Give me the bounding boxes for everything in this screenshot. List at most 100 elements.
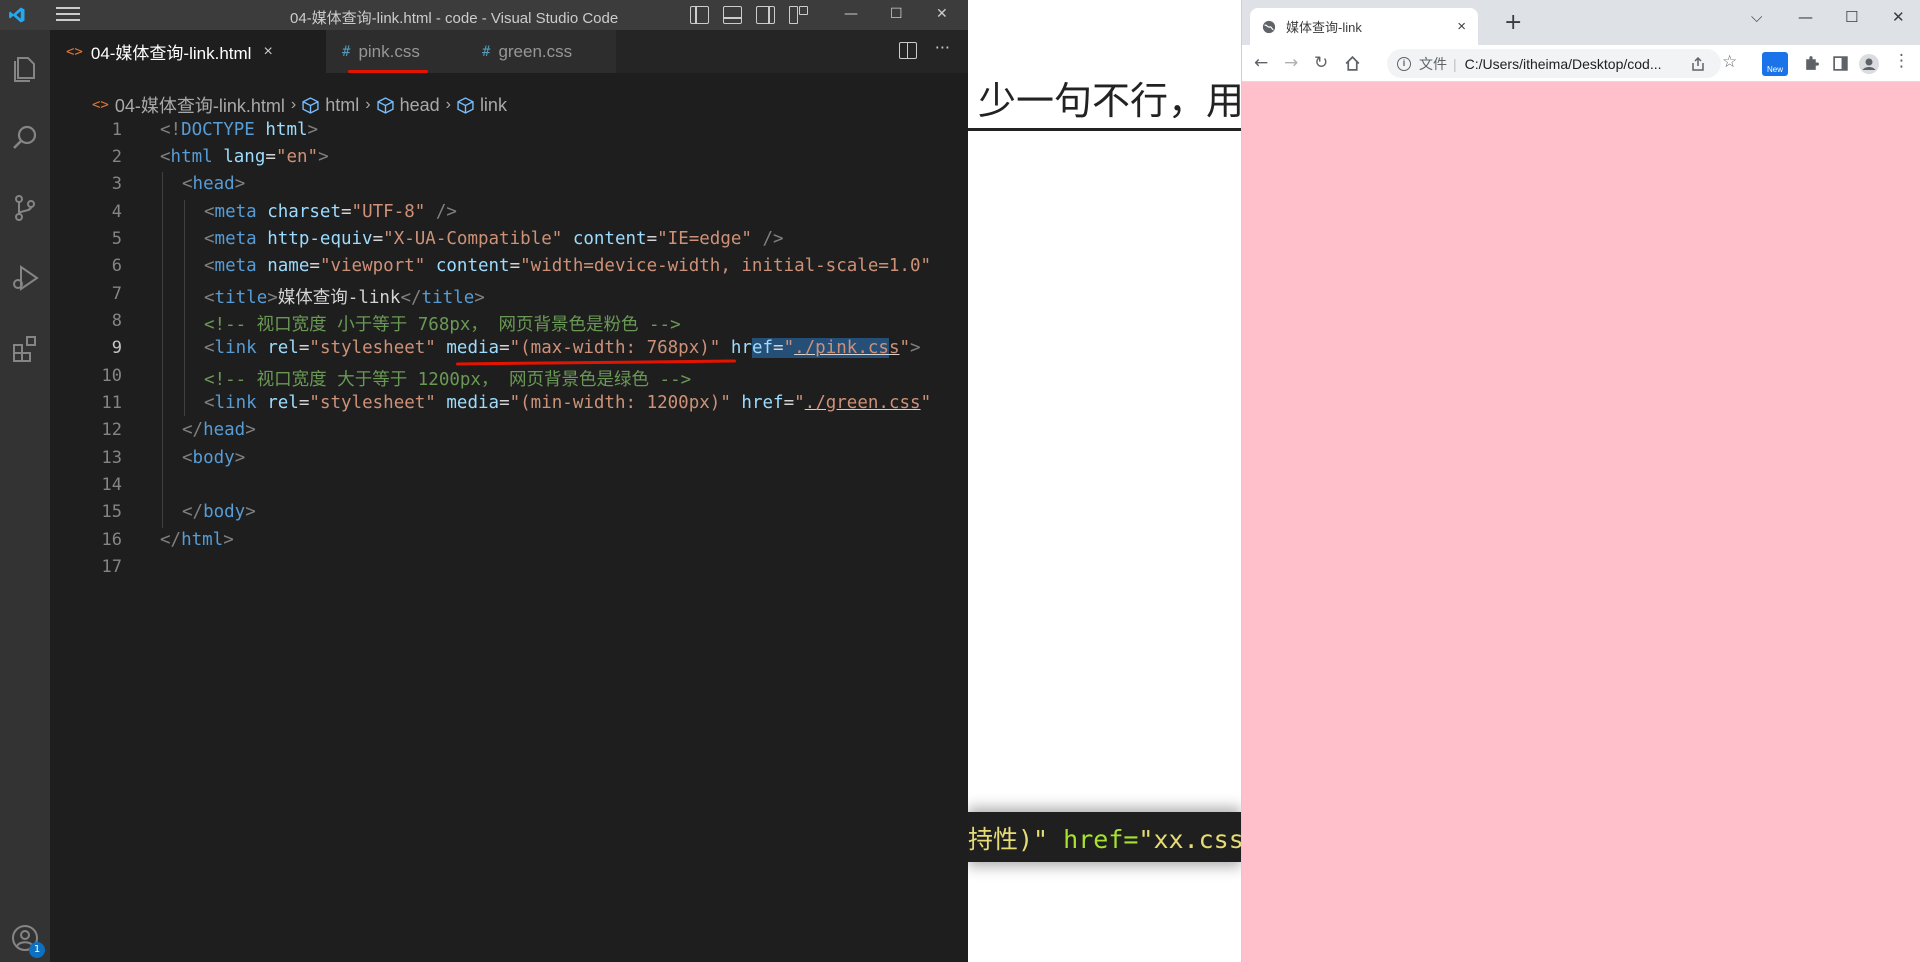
source-control-icon[interactable] [9,192,41,224]
code-line-7: <title>媒体查询-link</title> [204,288,485,308]
line-number: 11 [101,393,122,413]
toggle-panel-icon[interactable] [723,6,742,24]
editor-tabs: <> 04-媒体查询-link.html × # pink.css # gree… [50,30,968,73]
indent-guide [184,200,185,416]
line-number: 4 [111,202,122,222]
breadcrumb-head[interactable]: head [400,95,440,116]
html-file-icon: <> [66,43,83,60]
line-number: 14 [101,475,122,495]
minimize-button[interactable]: — [844,6,858,22]
profile-avatar-icon[interactable] [1858,53,1880,75]
split-editor-icon[interactable] [898,42,917,59]
code-line-9: <link rel="stylesheet" media="(max-width… [204,338,921,358]
symbol-element-icon [302,96,319,114]
chevron-right-icon: › [290,96,297,113]
tab-04-media-query-link[interactable]: <> 04-媒体查询-link.html × [50,30,326,73]
run-debug-icon[interactable] [9,262,41,294]
toggle-primary-sidebar-icon[interactable] [690,6,709,24]
code-line-1: <!DOCTYPE html> [160,120,319,140]
css-file-icon: # [342,43,351,60]
toggle-secondary-sidebar-icon[interactable] [756,6,775,24]
line-number: 17 [101,557,122,577]
address-bar[interactable]: i 文件 | C:/Users/itheima/Desktop/cod... [1387,49,1721,78]
slide-divider [968,128,1241,131]
window-title: 04-媒体查询-link.html - code - Visual Studio… [290,10,619,27]
new-tab-button[interactable]: + [1504,10,1522,35]
lecture-slide: 少一句不行，用 持性)" href="xx.css' [968,0,1241,962]
code-line-12: </head> [182,420,256,440]
editor-actions: ··· [898,38,950,59]
code-line-6: <meta name="viewport" content="width=dev… [204,256,932,276]
bookmark-star-icon[interactable]: ☆ [1722,52,1737,72]
code-line-8: <!-- 视口宽度 小于等于 768px， 网页背景色是粉色 --> [204,315,681,335]
search-icon[interactable] [9,122,41,154]
layout-controls [690,6,808,24]
extensions-icon[interactable] [9,332,41,364]
css-file-icon: # [482,43,491,60]
tab-pink-css[interactable]: # pink.css [326,30,466,73]
globe-icon [1262,20,1276,33]
slide-heading: 少一句不行，用 [978,79,1241,123]
explorer-icon[interactable] [9,52,41,84]
symbol-element-icon [457,96,474,114]
share-icon[interactable] [1690,56,1706,72]
breadcrumb-link[interactable]: link [480,95,507,116]
extensions-puzzle-icon[interactable] [1803,55,1820,72]
maximize-button[interactable]: ☐ [890,6,903,22]
line-number: 7 [111,284,122,304]
code-line-10: <!-- 视口宽度 大于等于 1200px， 网页背景色是绿色 --> [204,370,692,390]
line-number: 8 [111,311,122,331]
code-line-15: </body> [182,502,256,522]
tab-title: 媒体查询-link [1286,20,1362,35]
tab-search-icon[interactable]: ⌵ [1751,8,1762,26]
breadcrumb-file[interactable]: 04-媒体查询-link.html [115,92,285,118]
activity-bar: 1 [0,30,50,962]
back-icon[interactable]: ← [1254,53,1268,73]
customize-layout-icon[interactable] [789,6,808,24]
close-tab-icon[interactable]: × [263,43,272,61]
line-number: 9 [111,338,122,358]
info-icon[interactable]: i [1397,56,1411,71]
reload-icon[interactable]: ↻ [1314,53,1328,73]
forward-icon[interactable]: → [1284,53,1298,73]
code-line-3: <head> [182,174,246,194]
slide-code: 持性)" href="xx.css' [968,825,1241,854]
accounts-icon[interactable]: 1 [9,922,45,958]
chevron-right-icon: › [445,96,451,113]
code-editor[interactable]: 1 2 3 4 5 6 7 8 9 10 11 12 13 14 15 16 1… [50,118,968,962]
side-panel-icon[interactable] [1832,55,1849,72]
menu-icon[interactable] [56,7,80,23]
close-window-button[interactable]: ✕ [936,6,948,22]
url-scheme-label: 文件 [1419,55,1447,72]
line-number: 3 [111,174,122,194]
minimize-button[interactable]: — [1798,8,1813,26]
close-tab-icon[interactable]: × [1457,18,1466,35]
tab-label: 04-媒体查询-link.html [90,44,252,63]
red-annotation-underline [348,70,428,73]
title-bar: 04-媒体查询-link.html - code - Visual Studio… [0,0,968,30]
home-icon[interactable] [1344,55,1361,72]
slide-code-bar: 持性)" href="xx.css' [968,812,1241,862]
chrome-menu-icon[interactable]: ⋮ [1893,51,1910,71]
close-window-button[interactable]: ✕ [1892,8,1905,26]
chrome-toolbar: ← → ↻ i 文件 | C:/Users/itheima/Desktop/co… [1242,45,1920,82]
line-number: 2 [111,147,122,167]
url-text: C:/Users/itheima/Desktop/cod... [1464,55,1662,72]
chrome-tab-strip: 媒体查询-link × + ⌵ — ☐ ✕ [1242,0,1920,45]
line-number: 16 [101,530,122,550]
maximize-button[interactable]: ☐ [1845,8,1858,26]
tab-label: pink.css [358,41,420,61]
red-annotation-underline [455,359,737,366]
code-line-11: <link rel="stylesheet" media="(min-width… [204,393,932,413]
more-actions-icon[interactable]: ··· [935,38,950,59]
browser-tab[interactable]: 媒体查询-link × [1250,8,1478,45]
tab-label: green.css [498,41,573,61]
accounts-badge: 1 [29,942,45,958]
line-number: 1 [111,120,122,140]
indent-guide [162,172,163,528]
code-line-2: <html lang="en"> [160,147,329,167]
tab-green-css[interactable]: # green.css [466,30,616,73]
breadcrumb-html[interactable]: html [325,95,359,116]
code-line-4: <meta charset="UTF-8" /> [204,202,457,222]
extension-new-badge-icon[interactable]: New [1762,52,1788,76]
